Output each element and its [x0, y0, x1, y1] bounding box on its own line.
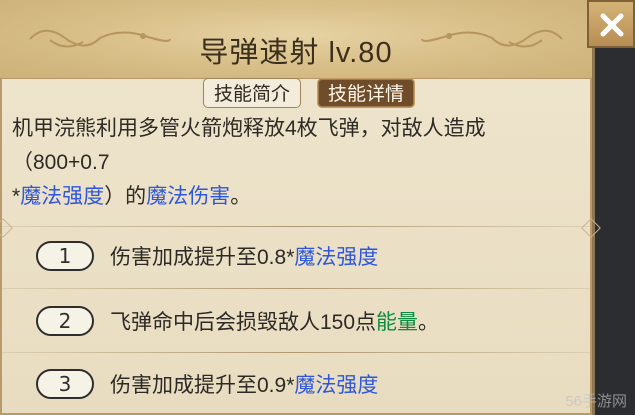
upgrade-highlight: 魔法强度 — [294, 246, 379, 269]
upgrade-number-badge: 2 — [36, 306, 94, 336]
upgrade-text-prefix: 伤害加成提升至0.9* — [110, 374, 295, 397]
upgrade-highlight: 魔法强度 — [294, 374, 379, 397]
upgrade-item-2: 2 飞弹命中后会损毁敌人150点能量。 — [36, 303, 576, 339]
magic-power-text: 魔法强度 — [20, 185, 105, 208]
skill-tabs: 技能简介 技能详情 — [203, 78, 416, 110]
upgrade-number-badge: 3 — [36, 369, 94, 399]
watermark: 56手游网 — [565, 393, 627, 410]
tab-skill-details[interactable]: 技能详情 — [317, 78, 416, 108]
skill-title: 导弹速射 lv.80 — [199, 37, 393, 69]
close-button[interactable] — [587, 0, 635, 48]
upgrade-text: 飞弹命中后会损毁敌人150点能量。 — [110, 306, 439, 336]
section-divider-2 — [0, 288, 592, 289]
skill-description: 机甲浣熊利用多管火箭炮释放4枚飞弹，对敌人造成（800+0.7 *魔法强度）的魔… — [12, 112, 577, 214]
section-divider-3 — [0, 352, 592, 353]
description-line-2: *魔法强度）的魔法伤害。 — [12, 180, 577, 214]
title-bar: 导弹速射 lv.80 — [0, 0, 592, 79]
upgrade-number-badge: 1 — [36, 241, 94, 271]
description-line-1: 机甲浣熊利用多管火箭炮释放4枚飞弹，对敌人造成（800+0.7 — [12, 117, 486, 174]
upgrade-item-3: 3 伤害加成提升至0.9*魔法强度 — [36, 366, 576, 402]
upgrade-text-suffix: 。 — [418, 311, 440, 334]
upgrade-highlight: 能量 — [376, 311, 419, 334]
upgrade-text-prefix: 伤害加成提升至0.8* — [110, 246, 295, 269]
upgrade-text-prefix: 飞弹命中后会损毁敌人150点 — [110, 311, 377, 334]
divider-right-ornament — [581, 218, 601, 238]
divider-left-ornament — [0, 218, 13, 238]
upgrade-text: 伤害加成提升至0.9*魔法强度 — [110, 369, 378, 399]
upgrade-text: 伤害加成提升至0.8*魔法强度 — [110, 241, 378, 271]
description-suffix: 。 — [230, 185, 252, 208]
description-prefix: * — [12, 185, 21, 208]
upgrade-item-1: 1 伤害加成提升至0.8*魔法强度 — [36, 238, 576, 274]
section-divider-1 — [0, 226, 592, 227]
skill-detail-panel: 导弹速射 lv.80 技能简介 技能详情 机甲浣熊利用多管火箭炮释放4枚飞弹，对… — [0, 0, 601, 415]
tab-skill-summary[interactable]: 技能简介 — [203, 78, 302, 108]
magic-damage-text: 魔法伤害 — [146, 185, 231, 208]
close-icon — [600, 13, 624, 37]
description-mid-text: ）的 — [104, 185, 147, 208]
